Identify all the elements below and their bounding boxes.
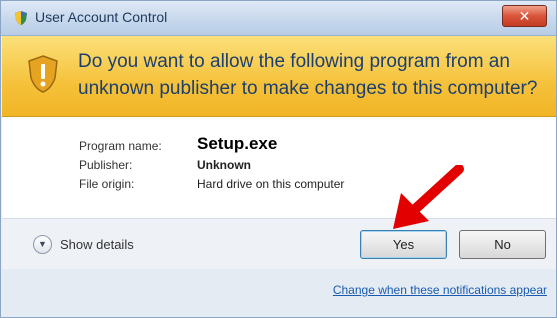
dialog-footer: Change when these notifications appear [2, 269, 556, 317]
show-details-link[interactable]: Show details [60, 237, 134, 252]
change-notifications-link[interactable]: Change when these notifications appear [333, 283, 547, 297]
red-arrow-icon [393, 165, 464, 229]
warning-banner: Do you want to allow the following progr… [2, 36, 556, 117]
close-icon: ✕ [518, 8, 531, 24]
publisher-label: Publisher: [79, 158, 133, 172]
warning-shield-icon [28, 55, 58, 93]
file-origin-value: Hard drive on this computer [197, 177, 345, 191]
no-button[interactable]: No [459, 230, 546, 259]
close-button[interactable]: ✕ [502, 5, 547, 27]
banner-message: Do you want to allow the following progr… [78, 51, 538, 99]
program-name-value: Setup.exe [197, 134, 278, 153]
program-details: Program name: Setup.exe Publisher: Unkno… [2, 117, 556, 218]
uac-dialog: User Account Control ✕ Do you want to al… [0, 0, 557, 318]
chevron-down-icon[interactable]: ▼ [33, 235, 52, 254]
action-bar: ▼ Show details Yes No [2, 218, 556, 269]
uac-shield-icon [15, 11, 27, 25]
program-name-label: Program name: [79, 139, 162, 153]
publisher-value: Unknown [197, 158, 251, 172]
file-origin-label: File origin: [79, 177, 135, 191]
window-title: User Account Control [35, 9, 168, 25]
title-bar: User Account Control ✕ [1, 1, 556, 36]
yes-button[interactable]: Yes [360, 230, 447, 259]
